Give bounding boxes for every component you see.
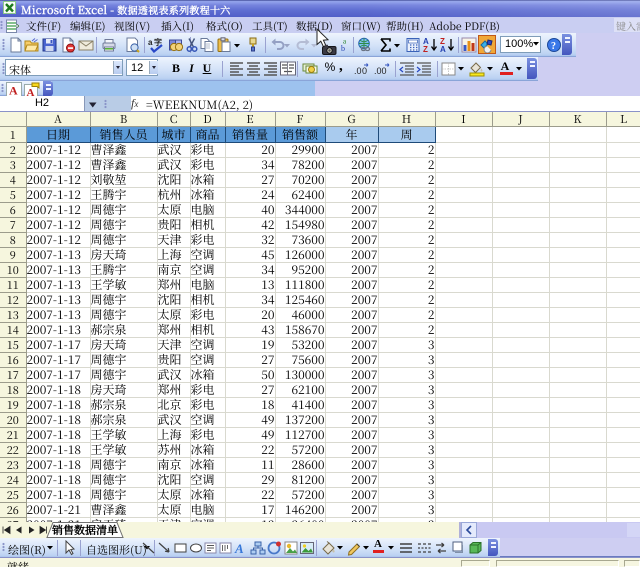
svg-text:.00: .00 xyxy=(374,66,387,76)
svg-text:0: 0 xyxy=(362,66,367,76)
svg-text:?: ? xyxy=(551,41,556,52)
svg-text:A: A xyxy=(9,84,18,97)
svg-text:A: A xyxy=(440,45,446,53)
svg-text:A: A xyxy=(234,541,244,556)
svg-text:.0: .0 xyxy=(354,66,362,76)
svg-text:A: A xyxy=(27,87,35,96)
svg-text:Z: Z xyxy=(423,45,428,53)
svg-text:b: b xyxy=(341,44,345,53)
svg-text:a: a xyxy=(148,38,153,47)
